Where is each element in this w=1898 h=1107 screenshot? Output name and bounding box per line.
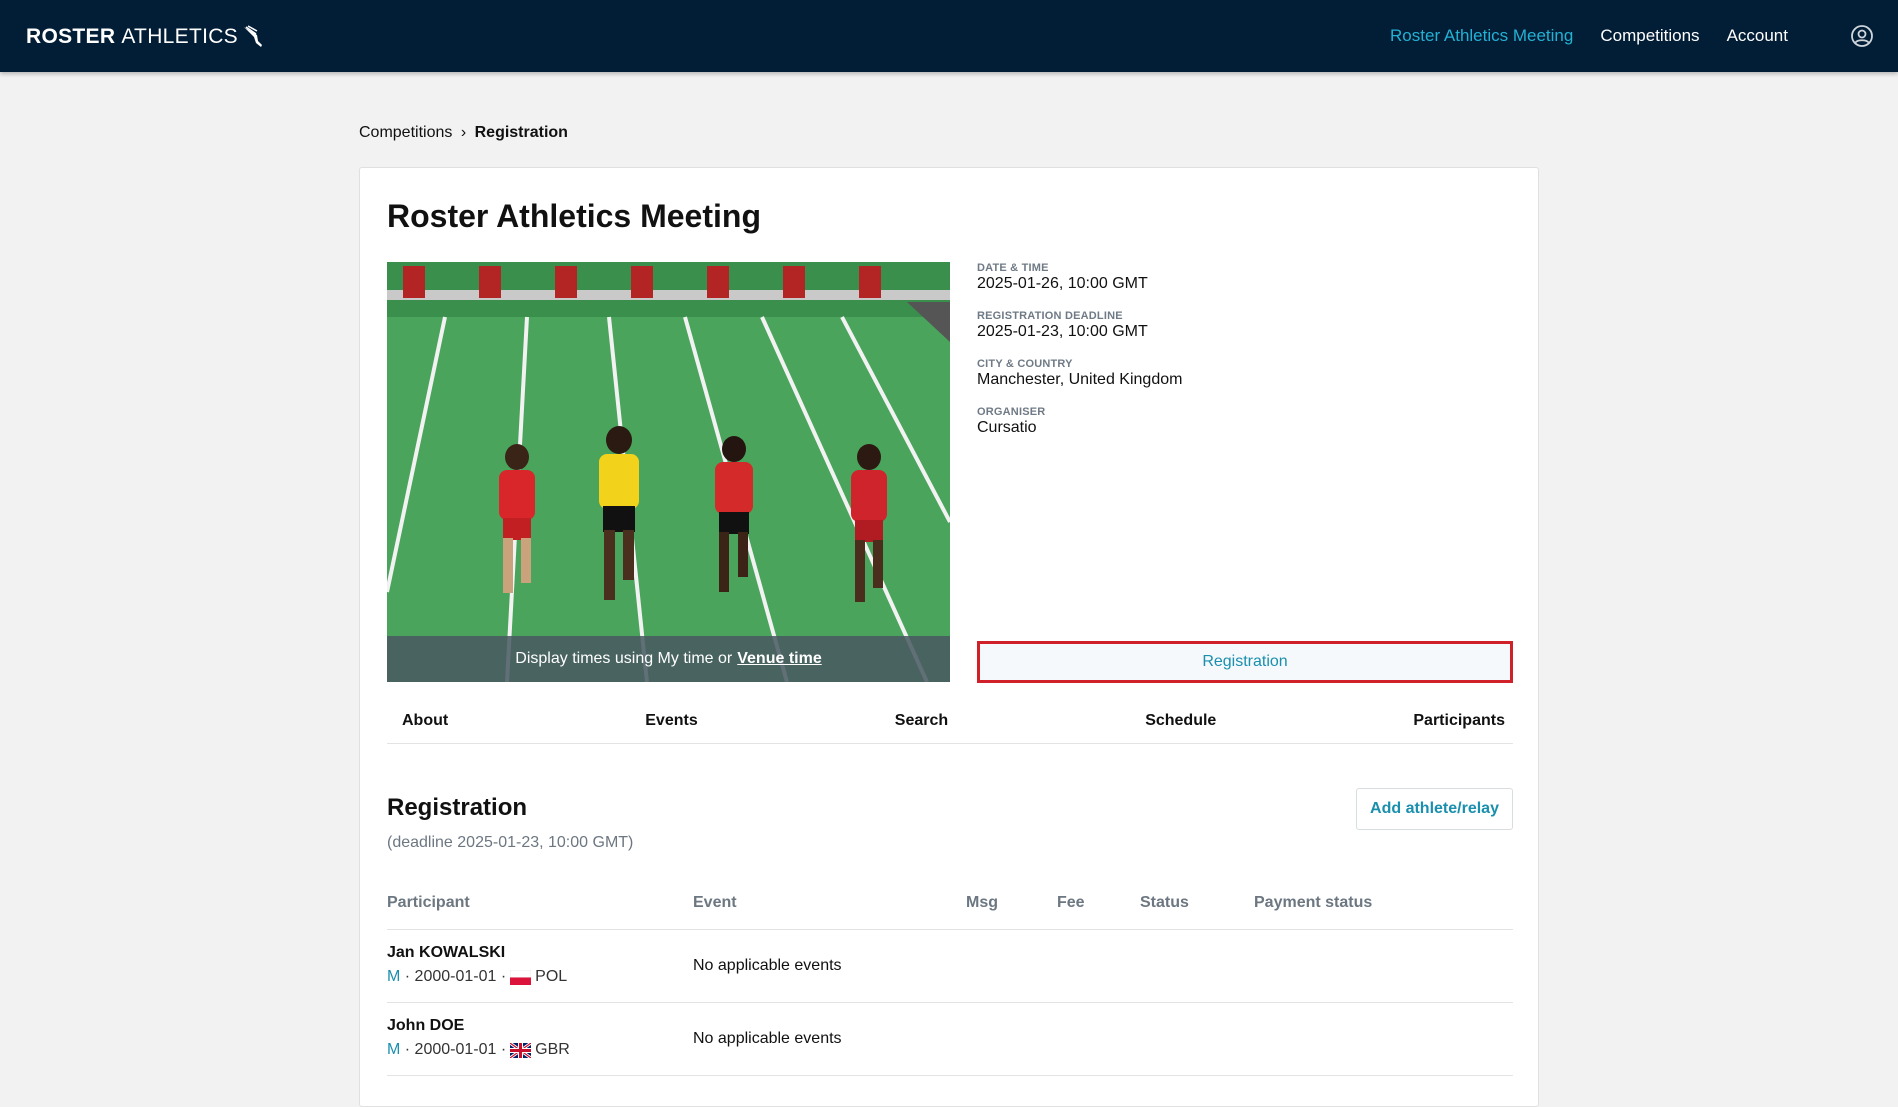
column-header-participant: Participant: [387, 894, 470, 911]
brand-name-bold: ROSTER: [26, 25, 116, 48]
tab-schedule[interactable]: Schedule: [1145, 712, 1216, 730]
column-header-payment-status: Payment status: [1254, 894, 1373, 911]
registration-section-title: Registration: [387, 794, 528, 821]
breadcrumb-competitions-link[interactable]: Competitions: [359, 124, 452, 141]
column-header-msg: Msg: [966, 894, 998, 911]
sprint-race-photo: [387, 262, 950, 682]
registration-button[interactable]: Registration: [977, 641, 1513, 683]
registration-deadline-value: 2025-01-23, 10:00 GMT: [977, 323, 1148, 340]
main-nav: Roster Athletics Meeting Competitions Ac…: [1390, 0, 1788, 72]
breadcrumb-current: Registration: [474, 124, 568, 141]
column-header-event: Event: [693, 894, 737, 911]
competition-tabs: About Events Search Schedule Participant…: [387, 698, 1513, 744]
tab-participants[interactable]: Participants: [1413, 712, 1505, 730]
page-title: Roster Athletics Meeting: [387, 198, 761, 234]
date-time-value: 2025-01-26, 10:00 GMT: [977, 275, 1148, 292]
poland-flag-icon: [510, 969, 532, 985]
winged-shoe-icon: [243, 25, 262, 47]
uk-flag-icon: [510, 1042, 532, 1058]
user-circle-icon[interactable]: [1850, 24, 1874, 48]
participant-country: GBR: [535, 1041, 570, 1058]
table-row[interactable]: Jan KOWALSKI M · 2000-01-01 · POL No app…: [387, 930, 1513, 1003]
table-header: Participant Event Msg Fee Status Payment…: [387, 880, 1513, 930]
tab-about[interactable]: About: [402, 712, 448, 730]
participant-name[interactable]: John DOE: [387, 1017, 464, 1035]
top-navbar: ROSTER ATHLETICS Roster Athletics Meetin…: [0, 0, 1898, 72]
venue-time-link[interactable]: Venue time: [737, 650, 821, 668]
nav-item-account[interactable]: Account: [1727, 26, 1788, 46]
participant-event: No applicable events: [693, 957, 842, 974]
breadcrumb: Competitions › Registration: [359, 124, 568, 142]
participant-dob: 2000-01-01: [414, 1041, 497, 1058]
nav-item-roster-athletics-meeting[interactable]: Roster Athletics Meeting: [1390, 26, 1573, 46]
participant-event: No applicable events: [693, 1030, 842, 1047]
participant-gender: M: [387, 968, 401, 985]
participant-country: POL: [535, 968, 568, 985]
brand-name-light: ATHLETICS: [121, 25, 238, 48]
city-country-value: Manchester, United Kingdom: [977, 371, 1183, 388]
registration-table: Participant Event Msg Fee Status Payment…: [387, 880, 1513, 1076]
registration-deadline-label: REGISTRATION DEADLINE: [977, 310, 1123, 322]
organiser-value: Cursatio: [977, 419, 1037, 436]
organiser-label: ORGANISER: [977, 406, 1046, 418]
breadcrumb-separator: ›: [460, 124, 467, 141]
participant-name[interactable]: Jan KOWALSKI: [387, 944, 505, 962]
participant-gender: M: [387, 1041, 401, 1058]
participant-meta: M · 2000-01-01 · GBR: [387, 1041, 570, 1058]
competition-card: Roster Athletics Meeting Display times u…: [359, 167, 1539, 1107]
participant-dob: 2000-01-01: [414, 968, 497, 985]
table-row[interactable]: John DOE M · 2000-01-01 · GBR No applica…: [387, 1003, 1513, 1076]
city-country-label: CITY & COUNTRY: [977, 358, 1073, 370]
column-header-status: Status: [1140, 894, 1189, 911]
column-header-fee: Fee: [1057, 894, 1085, 911]
date-time-label: DATE & TIME: [977, 262, 1049, 274]
time-display-text: Display times using My time or: [515, 650, 733, 667]
tab-search[interactable]: Search: [895, 712, 948, 730]
add-athlete-relay-button[interactable]: Add athlete/relay: [1356, 788, 1513, 830]
brand-logo[interactable]: ROSTER ATHLETICS: [26, 24, 264, 50]
tab-events[interactable]: Events: [645, 712, 697, 730]
time-display-caption: Display times using My time or Venue tim…: [387, 636, 950, 682]
competition-info: DATE & TIME 2025-01-26, 10:00 GMT REGIST…: [977, 262, 1182, 454]
nav-item-competitions[interactable]: Competitions: [1600, 26, 1699, 46]
registration-deadline-note: (deadline 2025-01-23, 10:00 GMT): [387, 834, 634, 851]
hero-image: Display times using My time or Venue tim…: [387, 262, 950, 682]
participant-meta: M · 2000-01-01 · POL: [387, 968, 568, 985]
